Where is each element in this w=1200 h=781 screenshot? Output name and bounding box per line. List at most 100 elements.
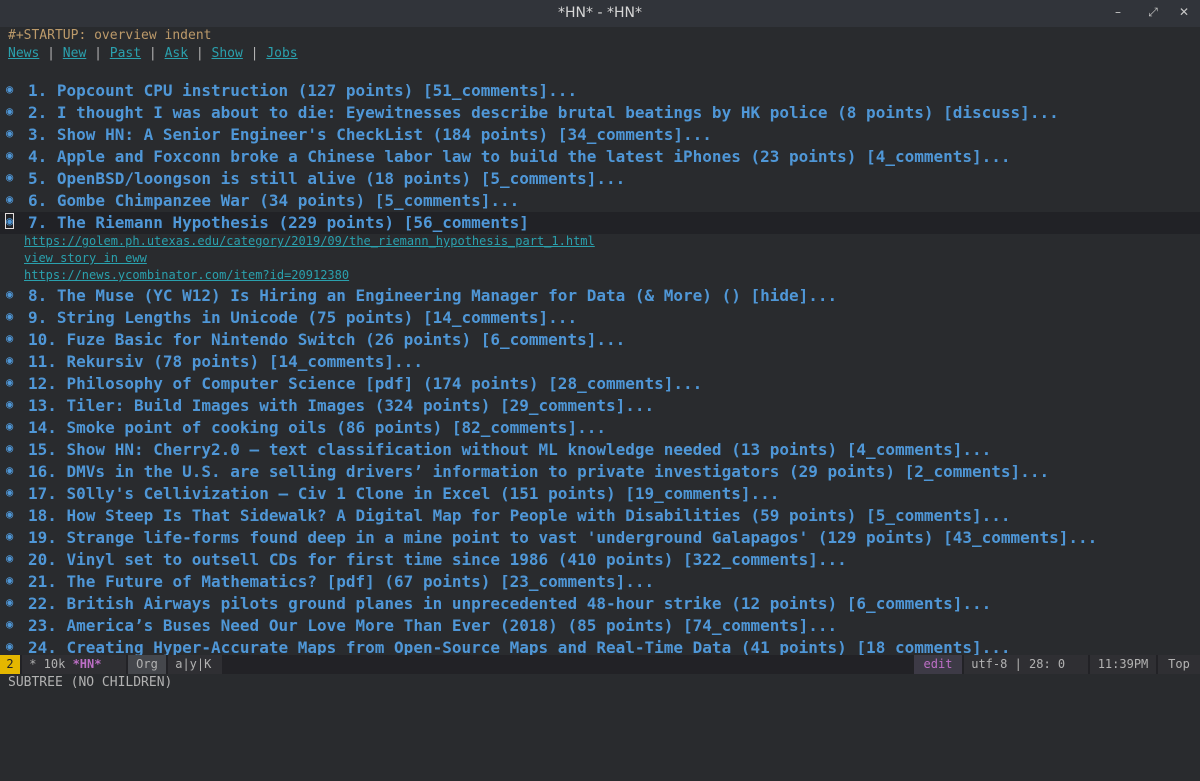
cursor-bullet-icon: ◉	[4, 213, 15, 229]
buffer-state: * 10k	[22, 657, 73, 671]
story-heading[interactable]: ◉ 21. The Future of Mathematics? [pdf] (6…	[0, 571, 1200, 593]
story-heading[interactable]: ◉ 4. Apple and Foxconn broke a Chinese la…	[0, 146, 1200, 168]
hn-nav-bar: News | New | Past | Ask | Show | Jobs	[8, 46, 298, 61]
story-heading[interactable]: ◉ 19. Strange life-forms found deep in a …	[0, 527, 1200, 549]
echo-area: SUBTREE (NO CHILDREN)	[8, 675, 173, 690]
story-title[interactable]: 17. S0lly's Cellivization – Civ 1 Clone …	[28, 484, 779, 503]
story-title[interactable]: 13. Tiler: Build Images with Images (324…	[28, 396, 654, 415]
story-title[interactable]: 2. I thought I was about to die: Eyewitn…	[28, 103, 1059, 122]
nav-separator: |	[141, 46, 165, 61]
story-heading[interactable]: ◉ 20. Vinyl set to outsell CDs for first …	[0, 549, 1200, 571]
story-title[interactable]: 21. The Future of Mathematics? [pdf] (67…	[28, 572, 654, 591]
story-title[interactable]: 23. America’s Buses Need Our Love More T…	[28, 616, 837, 635]
nav-link-news[interactable]: News	[8, 46, 39, 61]
startup-directive: #+STARTUP: overview indent	[8, 28, 212, 43]
nav-link-ask[interactable]: Ask	[165, 46, 188, 61]
story-title[interactable]: 24. Creating Hyper-Accurate Maps from Op…	[28, 638, 1011, 655]
story-heading[interactable]: ◉ 12. Philosophy of Computer Science [pdf…	[0, 373, 1200, 395]
nav-link-jobs[interactable]: Jobs	[266, 46, 297, 61]
story-heading[interactable]: ◉ 13. Tiler: Build Images with Images (32…	[0, 395, 1200, 417]
encoding-position: utf-8 | 28: 0	[964, 655, 1088, 674]
story-heading[interactable]: ◉ 24. Creating Hyper-Accurate Maps from O…	[0, 637, 1200, 655]
org-bullet-icon: ◉	[6, 595, 14, 609]
org-bullet-icon: ◉	[6, 419, 14, 433]
story-heading[interactable]: ◉ 5. OpenBSD/loongson is still alive (18 …	[0, 168, 1200, 190]
nav-link-past[interactable]: Past	[110, 46, 141, 61]
story-heading-current[interactable]: ◉ 7. The Riemann Hypothesis (229 points) …	[0, 212, 1200, 234]
nav-separator: |	[188, 46, 212, 61]
org-bullet-icon: ◉	[6, 148, 14, 162]
story-title[interactable]: 22. British Airways pilots ground planes…	[28, 594, 991, 613]
story-title[interactable]: 20. Vinyl set to outsell CDs for first t…	[28, 550, 847, 569]
nav-link-show[interactable]: Show	[212, 46, 243, 61]
story-heading[interactable]: ◉ 23. America’s Buses Need Our Love More …	[0, 615, 1200, 637]
nav-separator: |	[39, 46, 63, 61]
buffer-info: * 10k *HN*	[22, 655, 126, 674]
story-title[interactable]: 14. Smoke point of cooking oils (86 poin…	[28, 418, 606, 437]
story-title[interactable]: 3. Show HN: A Senior Engineer's CheckLis…	[28, 125, 712, 144]
org-bullet-icon: ◉	[6, 551, 14, 565]
edit-state: edit	[914, 655, 962, 674]
nav-separator: |	[86, 46, 110, 61]
story-title[interactable]: 16. DMVs in the U.S. are selling drivers…	[28, 462, 1049, 481]
story-heading[interactable]: ◉ 10. Fuze Basic for Nintendo Switch (26 …	[0, 329, 1200, 351]
major-mode[interactable]: Org	[128, 655, 166, 674]
org-bullet-icon: ◉	[6, 617, 14, 631]
org-bullet-icon: ◉	[6, 485, 14, 499]
org-bullet-icon: ◉	[6, 82, 14, 96]
story-heading[interactable]: ◉ 11. Rekursiv (78 points) [14_comments].…	[0, 351, 1200, 373]
org-bullet-icon: ◉	[6, 309, 14, 323]
story-title[interactable]: 12. Philosophy of Computer Science [pdf]…	[28, 374, 702, 393]
scroll-position: Top	[1158, 655, 1200, 674]
hn-item-link[interactable]: https://news.ycombinator.com/item?id=209…	[24, 268, 349, 282]
story-heading[interactable]: ◉ 14. Smoke point of cooking oils (86 poi…	[0, 417, 1200, 439]
story-title[interactable]: 11. Rekursiv (78 points) [14_comments]..…	[28, 352, 423, 371]
story-title[interactable]: 19. Strange life-forms found deep in a m…	[28, 528, 1097, 547]
story-heading[interactable]: ◉ 2. I thought I was about to die: Eyewit…	[0, 102, 1200, 124]
story-title[interactable]: 8. The Muse (YC W12) Is Hiring an Engine…	[28, 286, 837, 305]
org-bullet-icon: ◉	[6, 397, 14, 411]
org-bullet-icon: ◉	[6, 192, 14, 206]
story-title[interactable]: 6. Gombe Chimpanzee War (34 points) [5_c…	[28, 191, 519, 210]
story-heading[interactable]: ◉ 18. How Steep Is That Sidewalk? A Digit…	[0, 505, 1200, 527]
org-bullet-icon: ◉	[6, 126, 14, 140]
story-title[interactable]: 18. How Steep Is That Sidewalk? A Digita…	[28, 506, 1011, 525]
story-heading[interactable]: ◉ 15. Show HN: Cherry2.0 – text classific…	[0, 439, 1200, 461]
story-heading[interactable]: ◉ 22. British Airways pilots ground plane…	[0, 593, 1200, 615]
minimize-icon[interactable]: –	[1110, 4, 1126, 20]
org-bullet-icon: ◉	[6, 529, 14, 543]
story-title[interactable]: 4. Apple and Foxconn broke a Chinese lab…	[28, 147, 1011, 166]
clock: 11:39PM	[1090, 655, 1156, 674]
story-title[interactable]: 9. String Lengths in Unicode (75 points)…	[28, 308, 577, 327]
org-bullet-icon: ◉	[6, 573, 14, 587]
mode-line: 2 * 10k *HN* Org a|y|K edit utf-8 | 28: …	[0, 655, 1200, 674]
story-heading[interactable]: ◉ 3. Show HN: A Senior Engineer's CheckLi…	[0, 124, 1200, 146]
nav-separator: |	[242, 46, 267, 61]
story-heading[interactable]: ◉ 16. DMVs in the U.S. are selling driver…	[0, 461, 1200, 483]
nav-link-new[interactable]: New	[63, 46, 86, 61]
story-heading[interactable]: ◉ 6. Gombe Chimpanzee War (34 points) [5_…	[0, 190, 1200, 212]
story-title[interactable]: 7. The Riemann Hypothesis (229 points) […	[28, 213, 529, 232]
window-number-badge[interactable]: 2	[0, 655, 20, 674]
story-title[interactable]: 1. Popcount CPU instruction (127 points)…	[28, 81, 577, 100]
story-heading[interactable]: ◉ 9. String Lengths in Unicode (75 points…	[0, 307, 1200, 329]
story-title[interactable]: 10. Fuze Basic for Nintendo Switch (26 p…	[28, 330, 625, 349]
minor-modes[interactable]: a|y|K	[168, 655, 222, 674]
close-icon[interactable]: ✕	[1176, 4, 1192, 20]
window-titlebar: *HN* - *HN* – ⤢ ✕	[0, 0, 1200, 27]
buffer-name[interactable]: *HN*	[73, 657, 102, 671]
org-bullet-icon: ◉	[6, 170, 14, 184]
story-heading[interactable]: ◉ 8. The Muse (YC W12) Is Hiring an Engin…	[0, 285, 1200, 307]
story-title[interactable]: 5. OpenBSD/loongson is still alive (18 p…	[28, 169, 625, 188]
org-bullet-icon: ◉	[6, 287, 14, 301]
org-bullet-icon: ◉	[6, 441, 14, 455]
view-in-eww-link[interactable]: view story in eww	[24, 251, 147, 265]
hn-buffer[interactable]: #+STARTUP: overview indent News | New | …	[0, 27, 1200, 655]
story-heading[interactable]: ◉ 17. S0lly's Cellivization – Civ 1 Clone…	[0, 483, 1200, 505]
story-title[interactable]: 15. Show HN: Cherry2.0 – text classifica…	[28, 440, 991, 459]
story-heading[interactable]: ◉ 1. Popcount CPU instruction (127 points…	[0, 80, 1200, 102]
org-bullet-icon: ◉	[6, 375, 14, 389]
story-url-link[interactable]: https://golem.ph.utexas.edu/category/201…	[24, 234, 595, 248]
org-bullet-icon: ◉	[6, 104, 14, 118]
maximize-icon[interactable]: ⤢	[1145, 4, 1161, 20]
